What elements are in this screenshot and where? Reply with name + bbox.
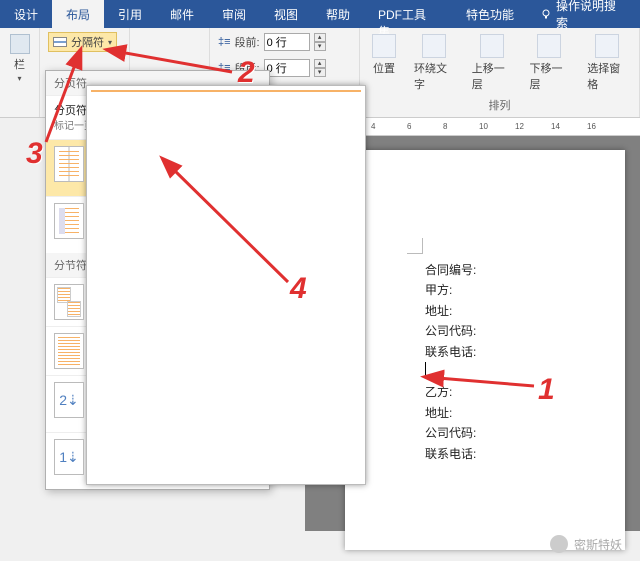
document-line[interactable]: 联系电话:: [425, 444, 605, 464]
page-icon: [86, 85, 366, 485]
ruler-mark: 16: [587, 122, 596, 131]
breaks-label: 分隔符: [71, 34, 104, 50]
next-icon: [54, 284, 84, 320]
chevron-down-icon: ▾: [17, 74, 21, 83]
document-line[interactable]: 联系电话:: [425, 342, 605, 362]
num-icon: 2⇣: [54, 382, 84, 418]
document-line[interactable]: 公司代码:: [425, 321, 605, 341]
tab-帮助[interactable]: 帮助: [312, 0, 364, 28]
selection-pane-button[interactable]: 选择窗格: [583, 32, 631, 94]
ruler-mark: 12: [515, 122, 524, 131]
bring-forward-button[interactable]: 上移一层: [468, 32, 516, 94]
spacing-before-label: 段前:: [235, 34, 260, 50]
document-line[interactable]: 乙方:: [425, 382, 605, 402]
col-icon: [54, 146, 84, 182]
send-backward-button[interactable]: 下移一层: [526, 32, 574, 94]
callout-2: 2: [238, 56, 255, 90]
spacing-after-input[interactable]: [264, 59, 310, 77]
spinner-buttons[interactable]: ▴▾: [314, 33, 326, 51]
columns-label: 栏: [14, 56, 25, 72]
breaks-icon: [53, 37, 67, 47]
text-cursor: [425, 362, 426, 376]
arrange-group-label: 排列: [368, 97, 631, 113]
watermark-icon: [550, 535, 568, 553]
tab-PDF工具集[interactable]: PDF工具集: [364, 0, 452, 28]
spinner-buttons[interactable]: ▴▾: [314, 59, 326, 77]
tab-视图[interactable]: 视图: [260, 0, 312, 28]
tab-引用[interactable]: 引用: [104, 0, 156, 28]
ruler-mark: 14: [551, 122, 560, 131]
dropdown-item[interactable]: 分页符(P)标记一页结束与下一页开始的位置。: [46, 95, 269, 139]
document-line[interactable]: 公司代码:: [425, 423, 605, 443]
wrap-icon: [54, 203, 84, 239]
callout-4: 4: [290, 272, 307, 306]
breaks-split-button[interactable]: 分隔符 ▾: [48, 32, 117, 52]
tab-设计[interactable]: 设计: [0, 0, 52, 28]
tab-特色功能[interactable]: 特色功能: [452, 0, 528, 28]
ribbon-tabs: 设计布局引用邮件审阅视图帮助PDF工具集特色功能操作说明搜索: [0, 0, 640, 28]
document-line[interactable]: [425, 362, 605, 382]
page[interactable]: 合同编号:甲方:地址:公司代码:联系电话:乙方:地址:公司代码:联系电话:: [345, 150, 625, 550]
ruler-mark: 10: [479, 122, 488, 131]
document-line[interactable]: 合同编号:: [425, 260, 605, 280]
wrap-text-button[interactable]: 环绕文字: [410, 32, 458, 94]
spacing-before-input[interactable]: [264, 33, 310, 51]
cont-icon: [54, 333, 84, 369]
tab-审阅[interactable]: 审阅: [208, 0, 260, 28]
spacing-before-icon: ‡≡: [218, 36, 231, 48]
position-button[interactable]: 位置: [368, 32, 400, 78]
columns-button[interactable]: 栏 ▾: [8, 32, 31, 85]
document-line[interactable]: 地址:: [425, 301, 605, 321]
chevron-down-icon: ▾: [108, 38, 112, 47]
document-line[interactable]: 甲方:: [425, 280, 605, 300]
tab-布局[interactable]: 布局: [52, 0, 104, 28]
help-search[interactable]: 操作说明搜索: [528, 0, 640, 28]
bulb-icon: [540, 8, 552, 20]
tab-邮件[interactable]: 邮件: [156, 0, 208, 28]
callout-3: 3: [26, 137, 43, 171]
num-icon: 1⇣: [54, 439, 84, 475]
callout-1: 1: [538, 373, 555, 407]
breaks-dropdown: 分页符分页符(P)标记一页结束与下一页开始的位置。分栏符(C)指示分栏符后面的文…: [45, 70, 270, 490]
ruler-mark: 4: [371, 122, 375, 131]
ruler-mark: 6: [407, 122, 411, 131]
ruler-mark: 8: [443, 122, 447, 131]
document-line[interactable]: 地址:: [425, 403, 605, 423]
watermark: 密斯特妖: [550, 535, 622, 553]
